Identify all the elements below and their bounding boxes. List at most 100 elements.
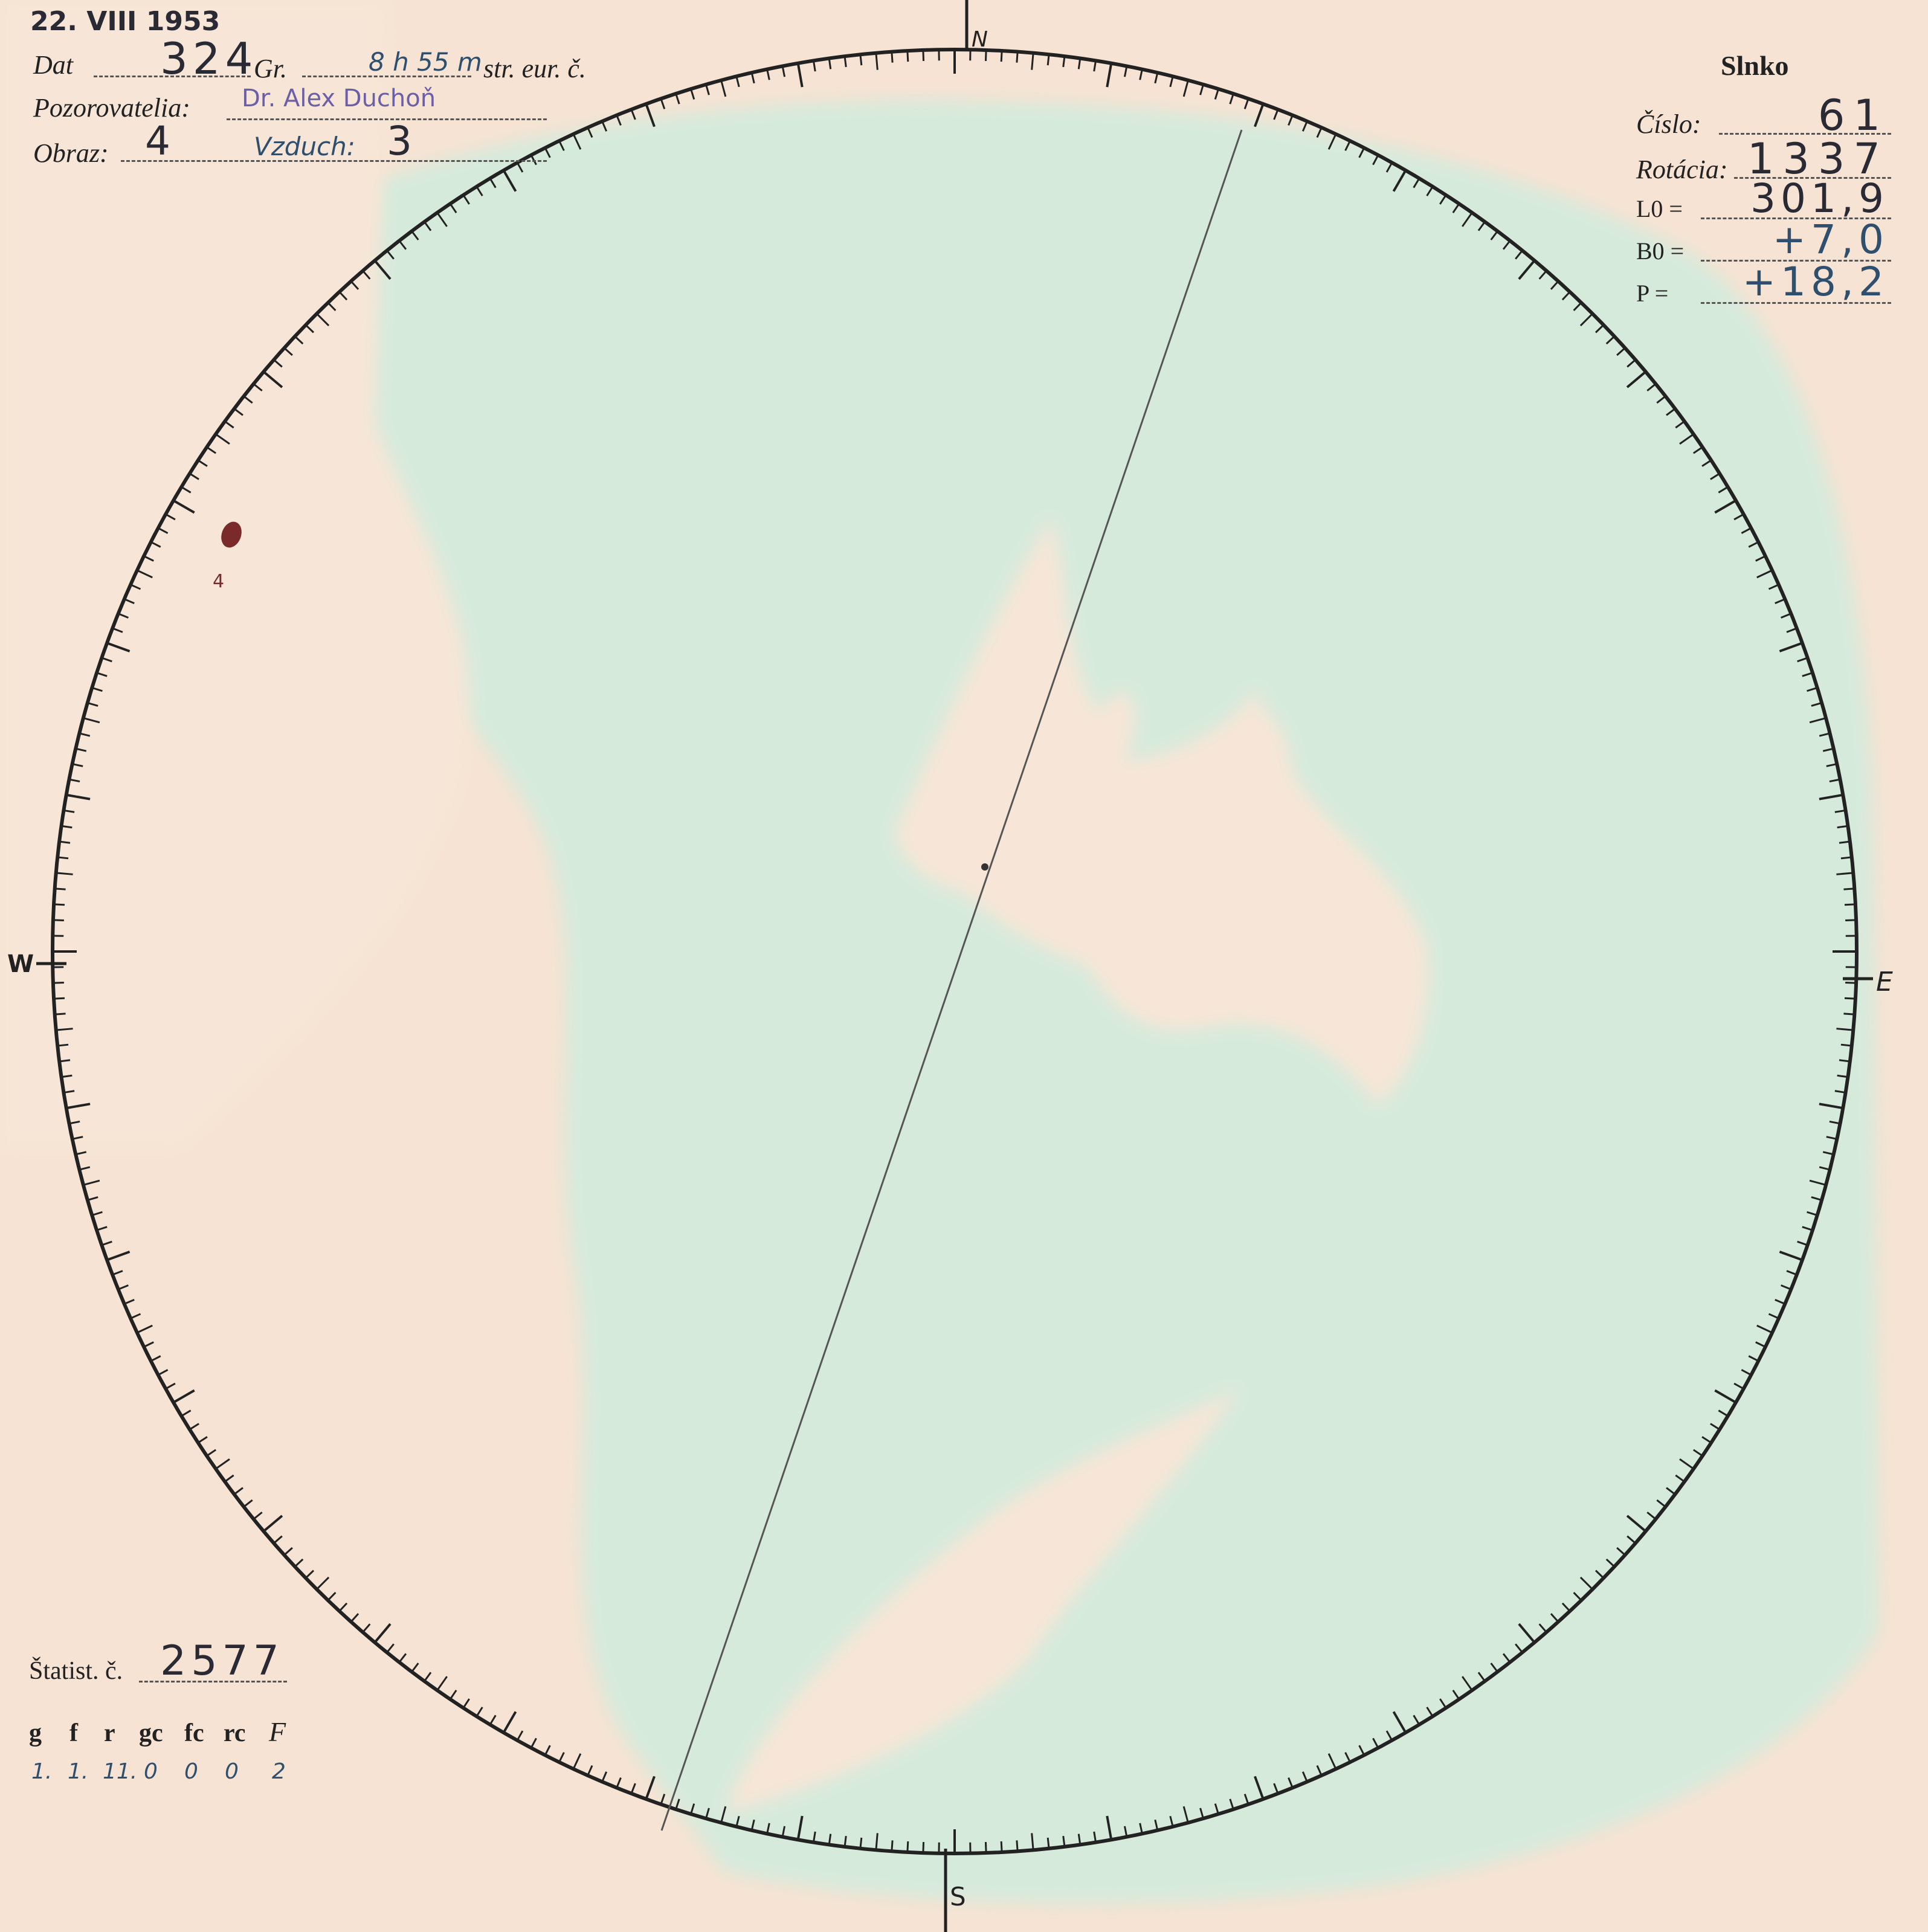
tick-mark [124, 1298, 135, 1305]
tick-mark [350, 1613, 359, 1623]
tick-mark [158, 1369, 169, 1376]
tick-mark [338, 1602, 348, 1612]
stat-value: 1. [31, 1759, 53, 1784]
tick-mark [750, 72, 755, 84]
tick-mark [327, 1591, 337, 1602]
sun-row-label: B0 = [1636, 237, 1685, 265]
tick-mark [243, 1499, 253, 1508]
tick-mark [1000, 50, 1003, 62]
tick-mark [705, 84, 710, 95]
tick-mark [1199, 84, 1204, 95]
tick-mark [766, 69, 770, 80]
tick-mark [224, 1474, 234, 1483]
tick-mark [558, 1752, 565, 1763]
tick-mark [601, 1771, 608, 1782]
tick-mark [137, 1324, 153, 1334]
tick-mark [720, 80, 727, 97]
tick-mark [875, 53, 879, 70]
tick-mark [263, 1515, 283, 1533]
tick-mark [112, 1270, 123, 1276]
stat-value: 0 [225, 1759, 239, 1784]
tick-mark [283, 1547, 293, 1556]
sunspot-group-number: 4 [213, 571, 225, 592]
date-stamp: 22. VIII 1953 [30, 6, 221, 37]
tick-mark [984, 1842, 987, 1853]
tick-mark [449, 1689, 457, 1700]
tick-mark [57, 856, 69, 860]
image-label: Obraz: [33, 138, 109, 168]
sun-row-label: L0 = [1636, 195, 1683, 222]
tick-mark [630, 109, 636, 120]
tick-mark [1106, 63, 1113, 88]
tick-mark [1214, 88, 1219, 100]
tick-mark [1169, 76, 1174, 88]
tick-mark [1154, 72, 1159, 84]
tick-mark [476, 1707, 483, 1717]
sun-row-value: +18,2 [1742, 259, 1889, 305]
tick-mark [294, 1558, 304, 1568]
tick-mark [130, 1313, 141, 1319]
stat-value: 0 [144, 1759, 158, 1784]
tick-mark [118, 1284, 129, 1290]
tick-mark [1288, 115, 1294, 126]
observers-value: Dr. Alex Duchoň [242, 85, 436, 112]
stat-column-header: gc [139, 1719, 163, 1747]
sun-row-value: 301,9 [1750, 175, 1889, 222]
sun-row-value: +7,0 [1772, 216, 1889, 263]
stat-column-header: F [269, 1716, 286, 1747]
tick-mark [215, 1458, 230, 1470]
tick-mark [79, 1166, 91, 1171]
center-dot [981, 863, 988, 871]
dat-label: Dat [33, 50, 73, 80]
tick-mark [922, 50, 925, 61]
tick-mark [411, 1663, 419, 1673]
tick-mark [587, 1765, 593, 1776]
tick-mark [675, 93, 680, 105]
tick-mark [96, 1226, 108, 1231]
tick-mark [796, 63, 804, 88]
statistics-label: Štatist. č. [29, 1657, 123, 1685]
solar-observation-sheet: 22. VIII 1953 Dat 324 Gr. 8 h 55 m str. … [0, 0, 1928, 1932]
tick-mark [198, 1436, 208, 1444]
tick-mark [106, 1251, 131, 1261]
stat-value: 11. [103, 1759, 138, 1784]
tick-mark [386, 1643, 395, 1653]
west-label: W [7, 950, 34, 978]
tick-mark [1273, 109, 1279, 120]
tick-mark [1093, 60, 1097, 72]
tick-mark [922, 1842, 925, 1853]
tick-mark [812, 60, 816, 72]
tick-mark [143, 1341, 154, 1348]
tick-mark [189, 1423, 199, 1431]
stat-value: 0 [184, 1759, 198, 1784]
tick-mark [165, 1382, 176, 1390]
image-value: 4 [145, 118, 170, 164]
tick-mark [53, 919, 64, 922]
time-value: 8 h 55 m [369, 47, 482, 77]
stat-value: 1. [68, 1759, 89, 1784]
tick-mark [57, 1043, 69, 1047]
south-label: S [950, 1882, 966, 1911]
tick-mark [1243, 98, 1249, 109]
tick-mark [75, 1151, 87, 1156]
stat-column-header: rc [224, 1719, 246, 1747]
tick-mark [181, 1409, 192, 1417]
statistics-value: 2577 [160, 1637, 285, 1685]
stat-column-header: fc [184, 1719, 204, 1747]
sun-row-label: P = [1636, 280, 1669, 307]
tick-mark [735, 76, 740, 88]
sun-row-value: 61 [1817, 91, 1889, 140]
north-label: N [972, 27, 988, 52]
tick-mark [690, 88, 695, 100]
tick-mark [424, 1672, 432, 1682]
tick-mark [544, 1745, 551, 1756]
tick-mark [101, 1240, 112, 1246]
tick-mark [859, 1837, 863, 1849]
tick-mark [489, 1715, 497, 1725]
tick-mark [362, 1623, 371, 1633]
tick-mark [436, 1676, 448, 1691]
tick-mark [53, 903, 65, 906]
tick-mark [91, 1211, 103, 1216]
tick-mark [206, 1449, 217, 1457]
tick-mark [173, 1389, 195, 1404]
